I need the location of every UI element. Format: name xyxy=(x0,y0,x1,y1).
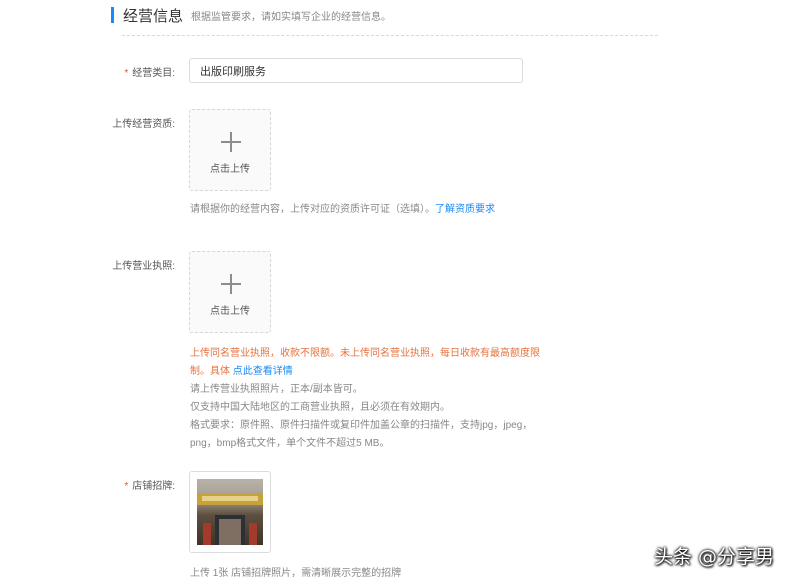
license-upload-text: 点击上传 xyxy=(210,306,250,317)
section-subtitle: 根据监管要求，请如实填写企业的经营信息。 xyxy=(191,11,392,23)
license-warning-line2: 制。具体 点此查看详情 xyxy=(190,363,540,381)
store-sign-label: * 店铺招牌: xyxy=(0,477,175,492)
qualification-requirements-link[interactable]: 了解资质要求 xyxy=(435,204,495,215)
watermark-text: 头条 @分享男 xyxy=(654,546,775,568)
required-mark: * xyxy=(124,481,129,492)
section-header: 经营信息 根据监管要求，请如实填写企业的经营信息。 xyxy=(111,6,392,25)
business-category-label-text: 经营类目: xyxy=(132,68,175,79)
qualification-upload-label: 上传经营资质: xyxy=(112,119,175,130)
plus-icon xyxy=(221,274,241,294)
qualification-hint: 请根据你的经营内容，上传对应的资质许可证（选填）。了解资质要求 xyxy=(190,201,495,219)
license-warning-line1: 上传同名营业执照，收款不限额。未上传同名营业执照，每日收款有最高额度限 xyxy=(190,348,540,359)
license-hint-block: 上传同名营业执照，收款不限额。未上传同名营业执照，每日收款有最高额度限 制。具体… xyxy=(190,345,540,453)
store-sign-image xyxy=(197,479,263,545)
store-sign-hint: 上传 1张 店铺招牌照片，需清晰展示完整的招牌 xyxy=(190,568,402,579)
plus-icon xyxy=(221,132,241,152)
qualification-upload-text: 点击上传 xyxy=(210,164,250,175)
license-hint-line: 格式要求：原件照、原件扫描件或复印件加盖公章的扫描件，支持jpg，jpeg， xyxy=(190,420,533,431)
section-divider xyxy=(122,35,658,36)
store-sign-photo-thumbnail[interactable] xyxy=(189,471,271,553)
license-details-link[interactable]: 点此查看详情 xyxy=(233,366,293,377)
section-accent-bar xyxy=(111,7,114,23)
license-hint-line: png，bmp格式文件，单个文件不超过5 MB。 xyxy=(190,438,390,449)
business-category-label: * 经营类目: xyxy=(0,64,175,79)
qualification-upload-button[interactable]: 点击上传 xyxy=(189,109,271,191)
section-title: 经营信息 xyxy=(123,7,184,25)
license-upload-label: 上传营业执照: xyxy=(112,261,175,272)
store-sign-label-text: 店铺招牌: xyxy=(132,481,175,492)
required-mark: * xyxy=(124,68,129,79)
license-hint-line: 仅支持中国大陆地区的工商营业执照，且必须在有效期内。 xyxy=(190,402,450,413)
license-warning-line2-text: 制。具体 xyxy=(190,366,230,377)
license-upload-button[interactable]: 点击上传 xyxy=(189,251,271,333)
qualification-hint-text: 请根据你的经营内容，上传对应的资质许可证（选填）。 xyxy=(190,204,435,215)
business-category-input[interactable] xyxy=(189,58,523,83)
license-hint-line: 请上传营业执照照片，正本/副本皆可。 xyxy=(190,384,363,395)
